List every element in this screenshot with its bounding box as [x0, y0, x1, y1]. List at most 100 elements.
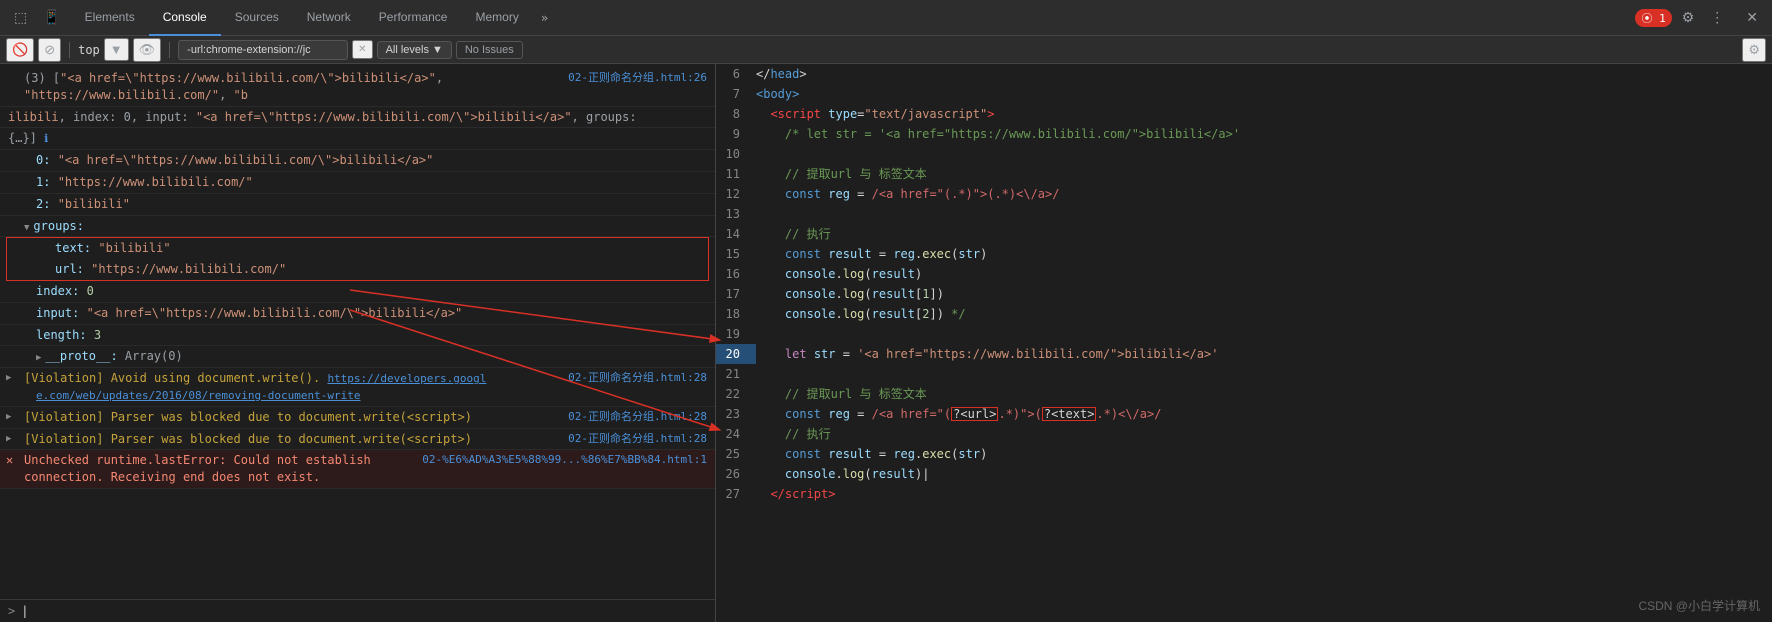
no-issues-button[interactable]: No Issues: [456, 41, 523, 59]
source-line-22: 22 // 提取url 与 标签文本: [716, 384, 1772, 404]
source-line-9: 9 /* let str = '<a href="https://www.bil…: [716, 124, 1772, 144]
line-content: console.log(result[2]) */: [756, 304, 966, 324]
log-entry-4: 0: "<a href=\"https://www.bilibili.com/\…: [0, 150, 715, 172]
more-options-icon[interactable]: ⋮: [1704, 5, 1730, 30]
line-content: // 提取url 与 标签文本: [756, 384, 927, 404]
console-settings-icon[interactable]: ⚙: [1742, 38, 1766, 62]
eye-icon[interactable]: 👁: [133, 38, 162, 62]
violation-link-full[interactable]: e.com/web/updates/2016/08/removing-docum…: [36, 389, 361, 402]
clear-filter-icon[interactable]: ✕: [352, 40, 372, 59]
line-content: console.log(result): [756, 264, 922, 284]
line-number: 15: [716, 244, 756, 264]
settings-icon[interactable]: ⚙: [1676, 5, 1701, 30]
source-line-14: 14 // 执行: [716, 224, 1772, 244]
line-number: 24: [716, 424, 756, 444]
source-line-16: 16 console.log(result): [716, 264, 1772, 284]
devtools-tabs: Elements Console Sources Network Perform…: [71, 0, 1626, 36]
source-line-20: 20 let str = '<a href="https://www.bilib…: [716, 344, 1772, 364]
clear-console-icon[interactable]: 🚫: [6, 38, 34, 62]
line-content: </head>: [756, 64, 807, 84]
tab-sources[interactable]: Sources: [221, 0, 293, 36]
console-cursor[interactable]: |: [21, 604, 28, 618]
log-entry-groups: ▼groups:: [0, 216, 715, 238]
line-content: </script>: [756, 484, 835, 504]
source-line-blank3: 19: [716, 324, 1772, 344]
source-line-6: 6 </head>: [716, 64, 1772, 84]
block-icon[interactable]: ⊘: [38, 38, 61, 62]
log-entry-6: 2: "bilibili": [0, 194, 715, 216]
line-number: 27: [716, 484, 756, 504]
line-number: 25: [716, 444, 756, 464]
tab-more[interactable]: »: [533, 0, 556, 36]
source-line-12: 12 const reg = /<a href="(.*)">(.*)<\/a>…: [716, 184, 1772, 204]
console-panel: 02-正则命名分组.html:26 (3) ["<a href=\"https:…: [0, 64, 716, 622]
violation-link-1[interactable]: https://developers.googl: [327, 372, 486, 385]
source-code: 6 </head> 7 <body> 8 <script type="text/…: [716, 64, 1772, 504]
source-line-25: 25 const result = reg.exec(str): [716, 444, 1772, 464]
toolbar-divider-2: [169, 42, 170, 58]
violation-entry-1: 02-正则命名分组.html:28 [Violation] Avoid usin…: [0, 368, 715, 407]
line-number: 8: [716, 104, 756, 124]
line-content: const result = reg.exec(str): [756, 444, 987, 464]
log-levels-dropdown[interactable]: All levels ▼: [377, 41, 452, 59]
tab-elements[interactable]: Elements: [71, 0, 149, 36]
violation-entry-2: 02-正则命名分组.html:28 [Violation] Parser was…: [0, 407, 715, 429]
line-content: // 执行: [756, 424, 831, 444]
source-line-blank2: 13: [716, 204, 1772, 224]
line-content: <script type="text/javascript">: [756, 104, 994, 124]
devtools-topbar: ⬚ 📱 Elements Console Sources Network Per…: [0, 0, 1772, 36]
toolbar-divider: [69, 42, 70, 58]
line-content: let str = '<a href="https://www.bilibili…: [756, 344, 1218, 364]
inspect-icon[interactable]: ⬚: [8, 5, 33, 30]
log-entry: 02-正则命名分组.html:26 (3) ["<a href=\"https:…: [0, 68, 715, 107]
log-entry-proto: ▶__proto__: Array(0): [0, 346, 715, 368]
tab-performance[interactable]: Performance: [365, 0, 462, 36]
line-number: 7: [716, 84, 756, 104]
line-number: 26: [716, 464, 756, 484]
groups-url-entry: url: "https://www.bilibili.com/": [7, 259, 708, 280]
log-entry-length: length: 3: [0, 325, 715, 347]
source-line-11: 11 // 提取url 与 标签文本: [716, 164, 1772, 184]
line-number: 23: [716, 404, 756, 424]
tab-memory[interactable]: Memory: [461, 0, 532, 36]
line-content: <body>: [756, 84, 799, 104]
violation-file-2[interactable]: 02-正则命名分组.html:28: [568, 409, 707, 424]
line-number: 9: [716, 124, 756, 144]
source-line-blank1: 10: [716, 144, 1772, 164]
line-content: /* let str = '<a href="https://www.bilib…: [756, 124, 1240, 144]
line-content: const result = reg.exec(str): [756, 244, 987, 264]
line-number: 16: [716, 264, 756, 284]
log-entry-3: {…}] ℹ: [0, 128, 715, 150]
violation-entry-3: 02-正则命名分组.html:28 [Violation] Parser was…: [0, 429, 715, 451]
source-line-27: 27 </script>: [716, 484, 1772, 504]
line-number: 10: [716, 144, 756, 164]
file-ref[interactable]: 02-正则命名分组.html:26: [568, 70, 707, 85]
violation-file-1[interactable]: 02-正则命名分组.html:28: [568, 370, 707, 385]
tab-network[interactable]: Network: [293, 0, 365, 36]
main-content: 02-正则命名分组.html:26 (3) ["<a href=\"https:…: [0, 64, 1772, 622]
log-entry-5: 1: "https://www.bilibili.com/": [0, 172, 715, 194]
console-input-line: > |: [0, 599, 715, 622]
watermark: CSDN @小白学计算机: [1638, 597, 1760, 614]
line-number: 17: [716, 284, 756, 304]
close-icon[interactable]: ✕: [1740, 5, 1764, 30]
log-entry-index: index: 0: [0, 281, 715, 303]
line-content: const reg = /<a href="(?<url>.*)">(?<tex…: [756, 404, 1161, 424]
line-content: console.log(result)|: [756, 464, 929, 484]
tab-console[interactable]: Console: [149, 0, 221, 36]
line-number-active: 20: [716, 344, 756, 364]
log-entry-input: input: "<a href=\"https://www.bilibili.c…: [0, 303, 715, 325]
line-content: // 提取url 与 标签文本: [756, 164, 927, 184]
groups-text-entry: text: "bilibili": [7, 238, 708, 259]
violation-file-3[interactable]: 02-正则命名分组.html:28: [568, 431, 707, 446]
source-line-17: 17 console.log(result[1]): [716, 284, 1772, 304]
console-output: 02-正则命名分组.html:26 (3) ["<a href=\"https:…: [0, 64, 715, 599]
context-dropdown[interactable]: ▼: [104, 38, 129, 61]
line-number: 11: [716, 164, 756, 184]
top-context-label: top: [78, 43, 100, 57]
line-number: 6: [716, 64, 756, 84]
source-line-15: 15 const result = reg.exec(str): [716, 244, 1772, 264]
device-icon[interactable]: 📱: [37, 5, 66, 30]
console-filter-input[interactable]: [178, 40, 348, 60]
error-file[interactable]: 02-%E6%AD%A3%E5%88%99...%86%E7%BB%84.htm…: [422, 452, 707, 467]
